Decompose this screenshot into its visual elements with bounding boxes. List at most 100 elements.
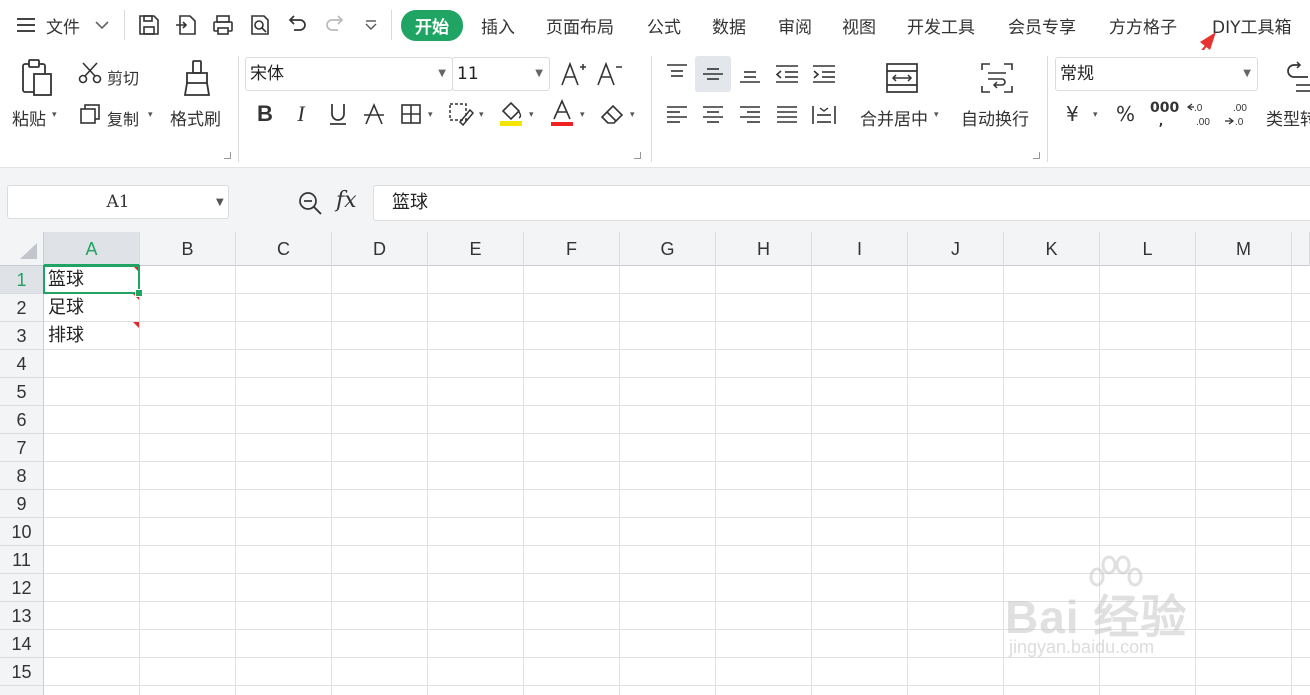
- paste-button[interactable]: 粘贴: [12, 105, 46, 130]
- clear-format-dropdown-icon[interactable]: ▾: [630, 110, 635, 120]
- name-box-dropdown-icon[interactable]: ▼: [216, 197, 224, 208]
- row-header-7[interactable]: 7: [0, 434, 44, 462]
- cell-a2[interactable]: 足球: [48, 294, 84, 322]
- clear-format-icon[interactable]: [598, 100, 626, 128]
- tab-diy-toolbox[interactable]: DIY工具箱: [1212, 13, 1292, 38]
- font-size-select[interactable]: 11 ▼: [452, 57, 550, 91]
- row-header-6[interactable]: 6: [0, 406, 44, 434]
- tab-developer[interactable]: 开发工具: [907, 13, 975, 38]
- increase-decimal-icon[interactable]: .0.00: [1186, 100, 1216, 128]
- column-header-e[interactable]: E: [428, 232, 524, 266]
- zoom-formula-icon[interactable]: [296, 189, 324, 217]
- merge-center-dropdown-icon[interactable]: ▾: [934, 110, 939, 120]
- align-middle-icon[interactable]: [699, 60, 727, 88]
- column-header-h[interactable]: H: [716, 232, 812, 266]
- tab-insert[interactable]: 插入: [481, 13, 515, 38]
- cut-icon[interactable]: [77, 61, 103, 85]
- tab-member[interactable]: 会员专享: [1008, 13, 1076, 38]
- distributed-align-icon[interactable]: [810, 102, 838, 128]
- underline-icon[interactable]: [325, 100, 351, 128]
- strikethrough-icon[interactable]: [361, 100, 387, 128]
- align-bottom-icon[interactable]: [736, 60, 764, 88]
- copy-dropdown-icon[interactable]: ▾: [148, 110, 153, 120]
- decrease-decimal-icon[interactable]: .00.0: [1223, 100, 1253, 128]
- column-header-f[interactable]: F: [524, 232, 620, 266]
- percent-format-button[interactable]: %: [1116, 102, 1135, 126]
- thousands-separator-button[interactable]: 000: [1150, 100, 1179, 116]
- cell-a3[interactable]: 排球: [48, 322, 84, 350]
- currency-dropdown-icon[interactable]: ▾: [1093, 110, 1098, 120]
- borders-icon[interactable]: [398, 100, 424, 128]
- tab-fangfang-grid[interactable]: 方方格子: [1109, 13, 1177, 38]
- decrease-font-size-icon[interactable]: [594, 59, 624, 89]
- tab-review[interactable]: 审阅: [778, 13, 812, 38]
- row-header-5[interactable]: 5: [0, 378, 44, 406]
- column-header-n[interactable]: [1292, 232, 1310, 266]
- align-top-icon[interactable]: [663, 60, 691, 86]
- redo-icon[interactable]: [322, 12, 348, 38]
- file-menu[interactable]: 文件: [46, 13, 80, 38]
- undo-icon[interactable]: [284, 12, 310, 38]
- row-header-13[interactable]: 13: [0, 602, 44, 630]
- format-painter-button[interactable]: 格式刷: [170, 105, 221, 130]
- column-header-d[interactable]: D: [332, 232, 428, 266]
- tab-view[interactable]: 视图: [842, 13, 876, 38]
- increase-indent-icon[interactable]: [810, 60, 838, 88]
- tab-home[interactable]: 开始: [401, 10, 463, 41]
- type-convert-button[interactable]: 类型转: [1266, 105, 1310, 130]
- row-header-4[interactable]: 4: [0, 350, 44, 378]
- insert-function-button[interactable]: fx: [336, 188, 357, 213]
- customize-toolbar-icon[interactable]: [360, 14, 382, 36]
- row-header-14[interactable]: 14: [0, 630, 44, 658]
- print-preview-icon[interactable]: [247, 12, 273, 38]
- column-header-c[interactable]: C: [236, 232, 332, 266]
- align-center-icon[interactable]: [699, 102, 727, 128]
- paste-icon[interactable]: [17, 58, 57, 98]
- alignment-group-launcher[interactable]: [1033, 152, 1040, 159]
- column-header-j[interactable]: J: [908, 232, 1004, 266]
- hamburger-menu-icon[interactable]: [14, 14, 38, 36]
- row-header-8[interactable]: 8: [0, 462, 44, 490]
- print-icon[interactable]: [210, 12, 236, 38]
- row-header-2[interactable]: 2: [0, 294, 44, 322]
- currency-format-button[interactable]: ¥: [1066, 102, 1079, 126]
- row-header-1[interactable]: 1: [0, 266, 44, 294]
- italic-icon[interactable]: I: [288, 100, 314, 128]
- clipboard-group-launcher[interactable]: [224, 152, 231, 159]
- justify-icon[interactable]: [773, 102, 801, 128]
- chevron-down-icon[interactable]: [93, 16, 111, 34]
- font-name-select[interactable]: 宋体 ▼: [245, 57, 453, 91]
- column-header-g[interactable]: G: [620, 232, 716, 266]
- column-header-l[interactable]: L: [1100, 232, 1196, 266]
- tab-data[interactable]: 数据: [712, 13, 746, 38]
- type-convert-icon[interactable]: [1286, 58, 1310, 98]
- select-all-corner[interactable]: [0, 232, 44, 266]
- number-format-select[interactable]: 常规 ▼: [1055, 57, 1258, 91]
- borders-dropdown-icon[interactable]: ▾: [428, 110, 433, 120]
- fill-color-dropdown-icon[interactable]: ▾: [529, 110, 534, 120]
- row-header-9[interactable]: 9: [0, 490, 44, 518]
- fill-handle[interactable]: [135, 289, 143, 297]
- cell-style-icon[interactable]: [447, 100, 475, 128]
- bold-icon[interactable]: B: [252, 100, 278, 128]
- save-icon[interactable]: [136, 12, 162, 38]
- cut-button[interactable]: 剪切: [107, 65, 139, 89]
- decrease-indent-icon[interactable]: [773, 60, 801, 88]
- font-color-icon[interactable]: [548, 98, 576, 128]
- row-header-3[interactable]: 3: [0, 322, 44, 350]
- copy-button[interactable]: 复制: [107, 106, 139, 130]
- wrap-text-icon[interactable]: [978, 60, 1016, 96]
- merge-center-button[interactable]: 合并居中: [860, 105, 928, 130]
- row-header-11[interactable]: 11: [0, 546, 44, 574]
- cell-style-dropdown-icon[interactable]: ▾: [479, 110, 484, 120]
- font-color-dropdown-icon[interactable]: ▾: [580, 110, 585, 120]
- column-header-m[interactable]: M: [1196, 232, 1292, 266]
- align-right-icon[interactable]: [736, 102, 764, 128]
- format-painter-icon[interactable]: [180, 58, 214, 98]
- wrap-text-button[interactable]: 自动换行: [961, 105, 1029, 130]
- row-header-15[interactable]: 15: [0, 658, 44, 686]
- paste-dropdown-icon[interactable]: ▾: [52, 110, 57, 120]
- merge-center-icon[interactable]: [883, 60, 921, 96]
- formula-input[interactable]: 篮球: [373, 185, 1310, 221]
- copy-icon[interactable]: [77, 102, 103, 126]
